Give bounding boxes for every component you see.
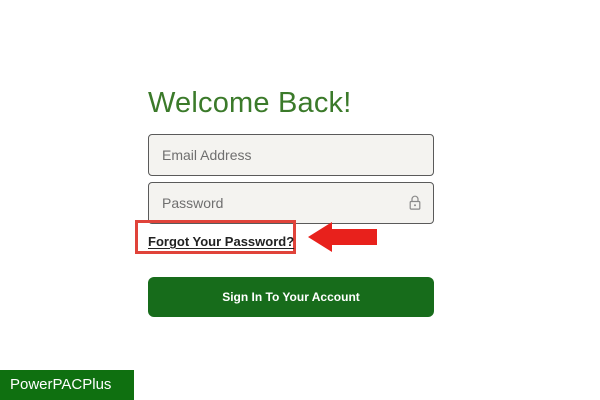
password-input[interactable] xyxy=(149,183,433,223)
arrow-left-icon xyxy=(308,222,377,252)
forgot-password-link[interactable]: Forgot Your Password? xyxy=(148,234,294,249)
email-field[interactable] xyxy=(148,134,434,176)
watermark: PowerPACPlus xyxy=(0,370,134,400)
login-page: Welcome Back! Forgot Your Password? Sign… xyxy=(0,0,600,400)
password-field[interactable] xyxy=(148,182,434,224)
email-input[interactable] xyxy=(149,135,433,175)
lock-icon xyxy=(409,195,421,210)
sign-in-button[interactable]: Sign In To Your Account xyxy=(148,277,434,317)
page-title: Welcome Back! xyxy=(148,87,352,119)
